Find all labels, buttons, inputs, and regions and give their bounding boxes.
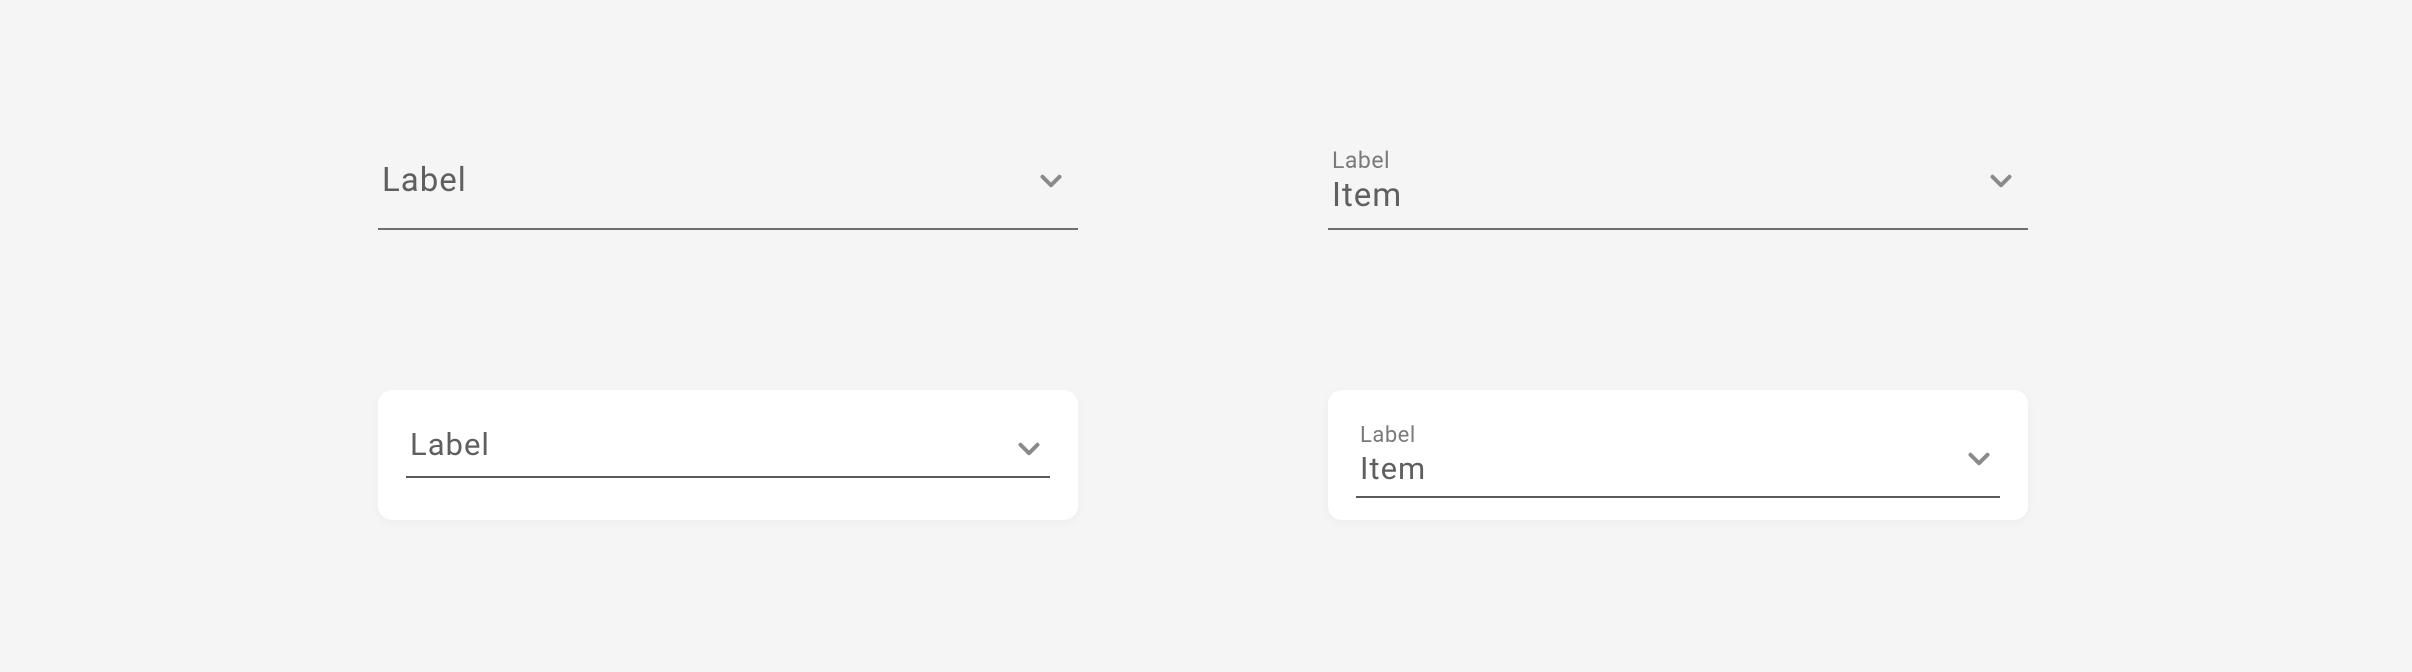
chevron-down-icon [1962,442,1996,476]
select-card-filled: Label Item [1328,390,2028,520]
select-card-empty: Label [378,390,1078,520]
select-empty-card-inner[interactable]: Label [406,406,1050,478]
select-label: Label [410,428,490,462]
select-value: Item [1360,452,1426,486]
chevron-down-icon [1034,164,1068,198]
chevron-down-icon [1984,164,2018,198]
select-label: Label [382,163,467,199]
select-float-label: Label [1360,424,1426,448]
select-value: Item [1332,178,1402,214]
select-float-label: Label [1332,148,1402,173]
select-filled-plain[interactable]: Label Item [1328,140,2028,230]
chevron-down-icon [1012,432,1046,466]
select-empty-plain[interactable]: Label [378,140,1078,230]
select-filled-card-inner[interactable]: Label Item [1356,406,2000,498]
